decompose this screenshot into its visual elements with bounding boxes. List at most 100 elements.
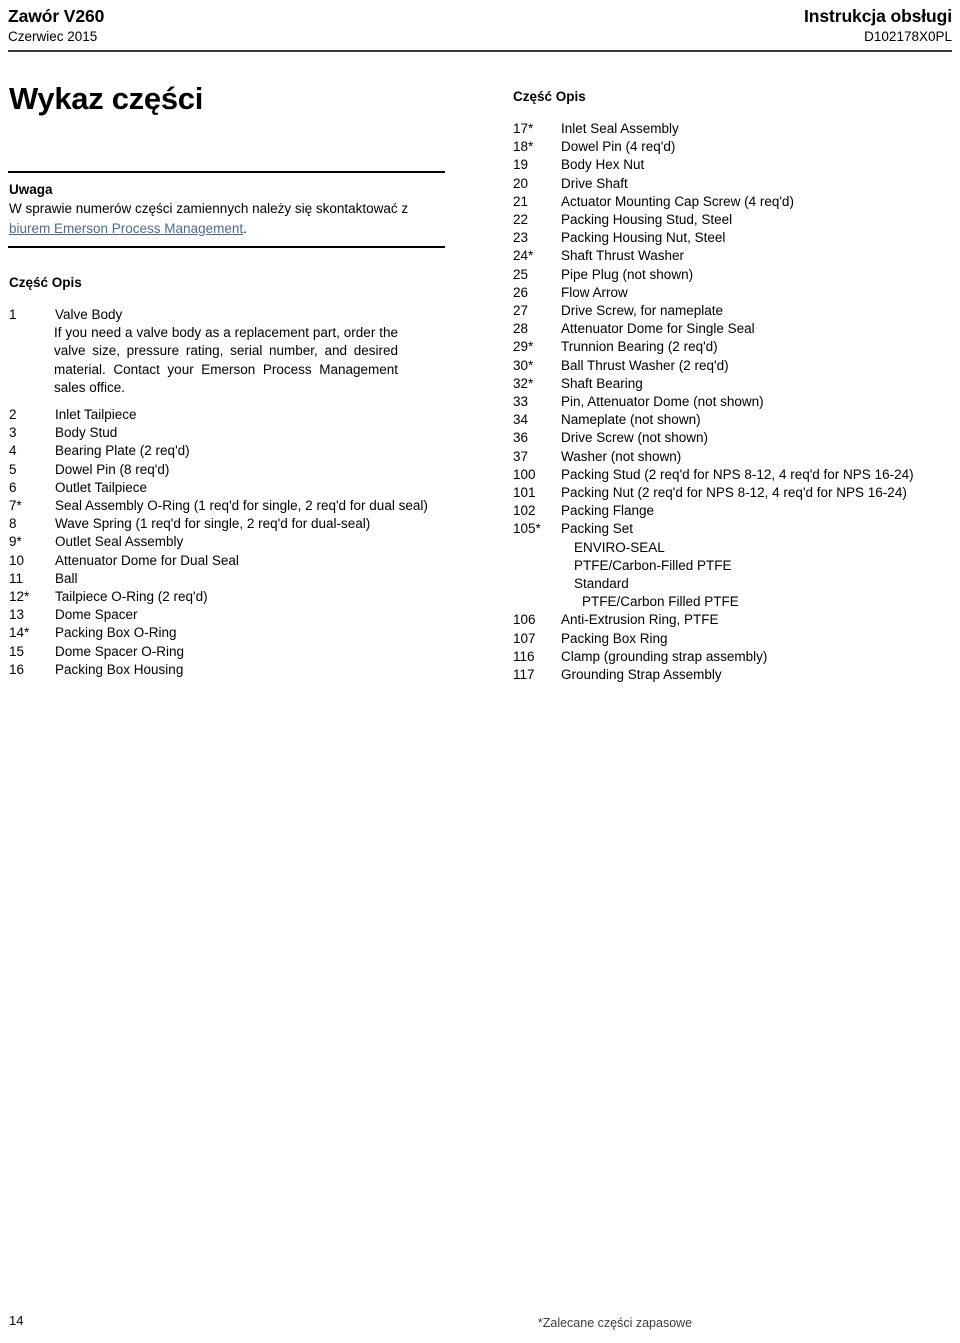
footnote-recommended-spares: *Zalecane części zapasowe xyxy=(537,1316,693,1330)
part-number: 6 xyxy=(9,479,17,495)
table-row: 106 Anti-Extrusion Ring, PTFE xyxy=(512,611,954,629)
table-row: 25 Pipe Plug (not shown) xyxy=(512,266,954,284)
part-description: Packing Box Housing xyxy=(55,661,184,677)
part-description: Actuator Mounting Cap Screw (4 req'd) xyxy=(561,193,794,209)
part-description: Bearing Plate (2 req'd) xyxy=(55,443,190,459)
part-number: 14* xyxy=(9,625,30,641)
part-number: 1 xyxy=(9,307,17,322)
part-description: Attenuator Dome for Dual Seal xyxy=(55,552,239,568)
part-description: Clamp (grounding strap assembly) xyxy=(561,648,768,664)
part-description: Packing Housing Stud, Steel xyxy=(561,212,733,228)
part-description: Seal Assembly O-Ring (1 req'd for single… xyxy=(55,498,428,514)
part-number: 2 xyxy=(9,407,17,423)
part-number: 25 xyxy=(513,266,529,282)
page-footer: 14 *Zalecane części zapasowe xyxy=(0,1312,960,1336)
part-number: 29* xyxy=(513,339,534,355)
part-description: Dowel Pin (4 req'd) xyxy=(561,139,676,155)
table-row: 11 Ball xyxy=(8,570,470,588)
table-row: PTFE/Carbon Filled PTFE xyxy=(512,593,954,611)
part-description: Pipe Plug (not shown) xyxy=(561,266,694,282)
part-description: Drive Screw, for nameplate xyxy=(561,303,724,319)
part-number: 22 xyxy=(513,212,529,228)
table-row: 28 Attenuator Dome for Single Seal xyxy=(512,320,954,338)
part-description: Body Hex Nut xyxy=(561,157,645,173)
table-row: 4 Bearing Plate (2 req'd) xyxy=(8,442,470,460)
part-number: 17* xyxy=(513,121,534,136)
part-number: 36 xyxy=(513,430,529,446)
header-right-block: Instrukcja obsługi D102178X0PL xyxy=(804,6,952,47)
table-row: 18* Dowel Pin (4 req'd) xyxy=(512,138,954,156)
part-description: Trunnion Bearing (2 req'd) xyxy=(561,339,718,355)
part-description: Attenuator Dome for Single Seal xyxy=(561,321,755,337)
part-description: Valve Body xyxy=(55,307,123,322)
page-title: Wykaz części xyxy=(9,81,204,116)
table-row: 37 Washer (not shown) xyxy=(512,448,954,466)
part-number: 21 xyxy=(513,193,529,209)
part-description: Packing Housing Nut, Steel xyxy=(561,230,726,246)
table-row: 15 Dome Spacer O-Ring xyxy=(8,643,470,661)
document-type: Instrukcja obsługi xyxy=(804,6,952,26)
part-description: Flow Arrow xyxy=(561,284,628,300)
right-column: Część Opis 17* Inlet Seal Assembly 18* Dowe… xyxy=(512,88,954,684)
part-description: Packing Stud (2 req'd for NPS 8-12, 4 re… xyxy=(561,466,914,482)
part-number: 116 xyxy=(513,648,535,664)
part-description: Washer (not shown) xyxy=(561,448,682,464)
part-description: Packing Box Ring xyxy=(561,630,668,646)
table-row: PTFE/Carbon-Filled PTFE xyxy=(512,557,954,575)
part-number: 20 xyxy=(513,175,529,191)
part-number: 11 xyxy=(9,570,24,586)
table-row: 102 Packing Flange xyxy=(512,502,954,520)
part-description: Shaft Bearing xyxy=(561,375,643,391)
product-title: Zawór V260 xyxy=(8,6,105,26)
part-description: ENVIRO-SEAL xyxy=(574,539,665,555)
document-page: Zawór V260 Czerwiec 2015 Instrukcja obsł… xyxy=(0,0,960,1343)
part-number: 13 xyxy=(9,607,25,623)
part-number: 5 xyxy=(9,461,17,477)
part-description: Anti-Extrusion Ring, PTFE xyxy=(561,612,719,628)
part-number: 105* xyxy=(513,521,541,537)
part-description: Ball Thrust Washer (2 req'd) xyxy=(561,357,729,373)
table-row: 12* Tailpiece O-Ring (2 req'd) xyxy=(8,588,470,606)
part-number: 8 xyxy=(9,516,17,532)
table-row: 10 Attenuator Dome for Dual Seal xyxy=(8,552,470,570)
table-row: 100 Packing Stud (2 req'd for NPS 8-12, 4… xyxy=(512,466,954,484)
part-description: Outlet Seal Assembly xyxy=(55,534,184,550)
part-number: 34 xyxy=(513,412,529,428)
table-row: 21 Actuator Mounting Cap Screw (4 req'd) xyxy=(512,193,954,211)
part-description: Packing Nut (2 req'd for NPS 8-12, 4 req… xyxy=(561,485,907,501)
table-row: 116 Clamp (grounding strap assembly) xyxy=(512,648,954,666)
table-row: 8 Wave Spring (1 req'd for single, 2 req'… xyxy=(8,515,470,533)
part-number: 23 xyxy=(513,230,529,246)
note-heading: Uwaga xyxy=(9,182,53,197)
emerson-office-link[interactable]: biurem Emerson Process Management xyxy=(9,221,243,236)
left-parts-rows: 2 Inlet Tailpiece 3 Body Stud 4 Bearing Plate… xyxy=(8,406,470,679)
table-row: 101 Packing Nut (2 req'd for NPS 8-12, 4 … xyxy=(512,484,954,502)
table-row: 7* Seal Assembly O-Ring (1 req'd for sing… xyxy=(8,497,470,515)
table-row: 26 Flow Arrow xyxy=(512,284,954,302)
part-number: 26 xyxy=(513,284,529,300)
part-number: 32* xyxy=(513,375,534,391)
part-number: 27 xyxy=(513,303,529,319)
part-number: 100 xyxy=(513,466,536,482)
page-header: Zawór V260 Czerwiec 2015 Instrukcja obsł… xyxy=(8,6,952,52)
right-list-heading: Część Opis xyxy=(513,89,586,104)
part-description: Outlet Tailpiece xyxy=(55,479,148,495)
part-number: 19 xyxy=(513,157,529,173)
table-row: 32* Shaft Bearing xyxy=(512,375,954,393)
part-description: Dome Spacer O-Ring xyxy=(55,643,185,659)
part-description: Packing Box O-Ring xyxy=(55,625,177,641)
table-row: 17* Inlet Seal Assembly xyxy=(512,120,954,138)
part-description: Wave Spring (1 req'd for single, 2 req'd… xyxy=(55,516,371,532)
note-text: W sprawie numerów części zamiennych nale… xyxy=(9,199,433,238)
part-description: Nameplate (not shown) xyxy=(561,412,701,428)
table-row: 14* Packing Box O-Ring xyxy=(8,624,470,642)
part-description: Packing Flange xyxy=(561,503,655,519)
part-number: 3 xyxy=(9,425,17,441)
part-description: Dowel Pin (8 req'd) xyxy=(55,461,170,477)
left-column: Wykaz części Uwaga W sprawie numerów czę… xyxy=(8,80,470,679)
part-number: 10 xyxy=(9,552,25,568)
table-row: 107 Packing Box Ring xyxy=(512,630,954,648)
table-row: 16 Packing Box Housing xyxy=(8,661,470,679)
part-number: 107 xyxy=(513,630,536,646)
header-divider-rule xyxy=(8,50,952,52)
